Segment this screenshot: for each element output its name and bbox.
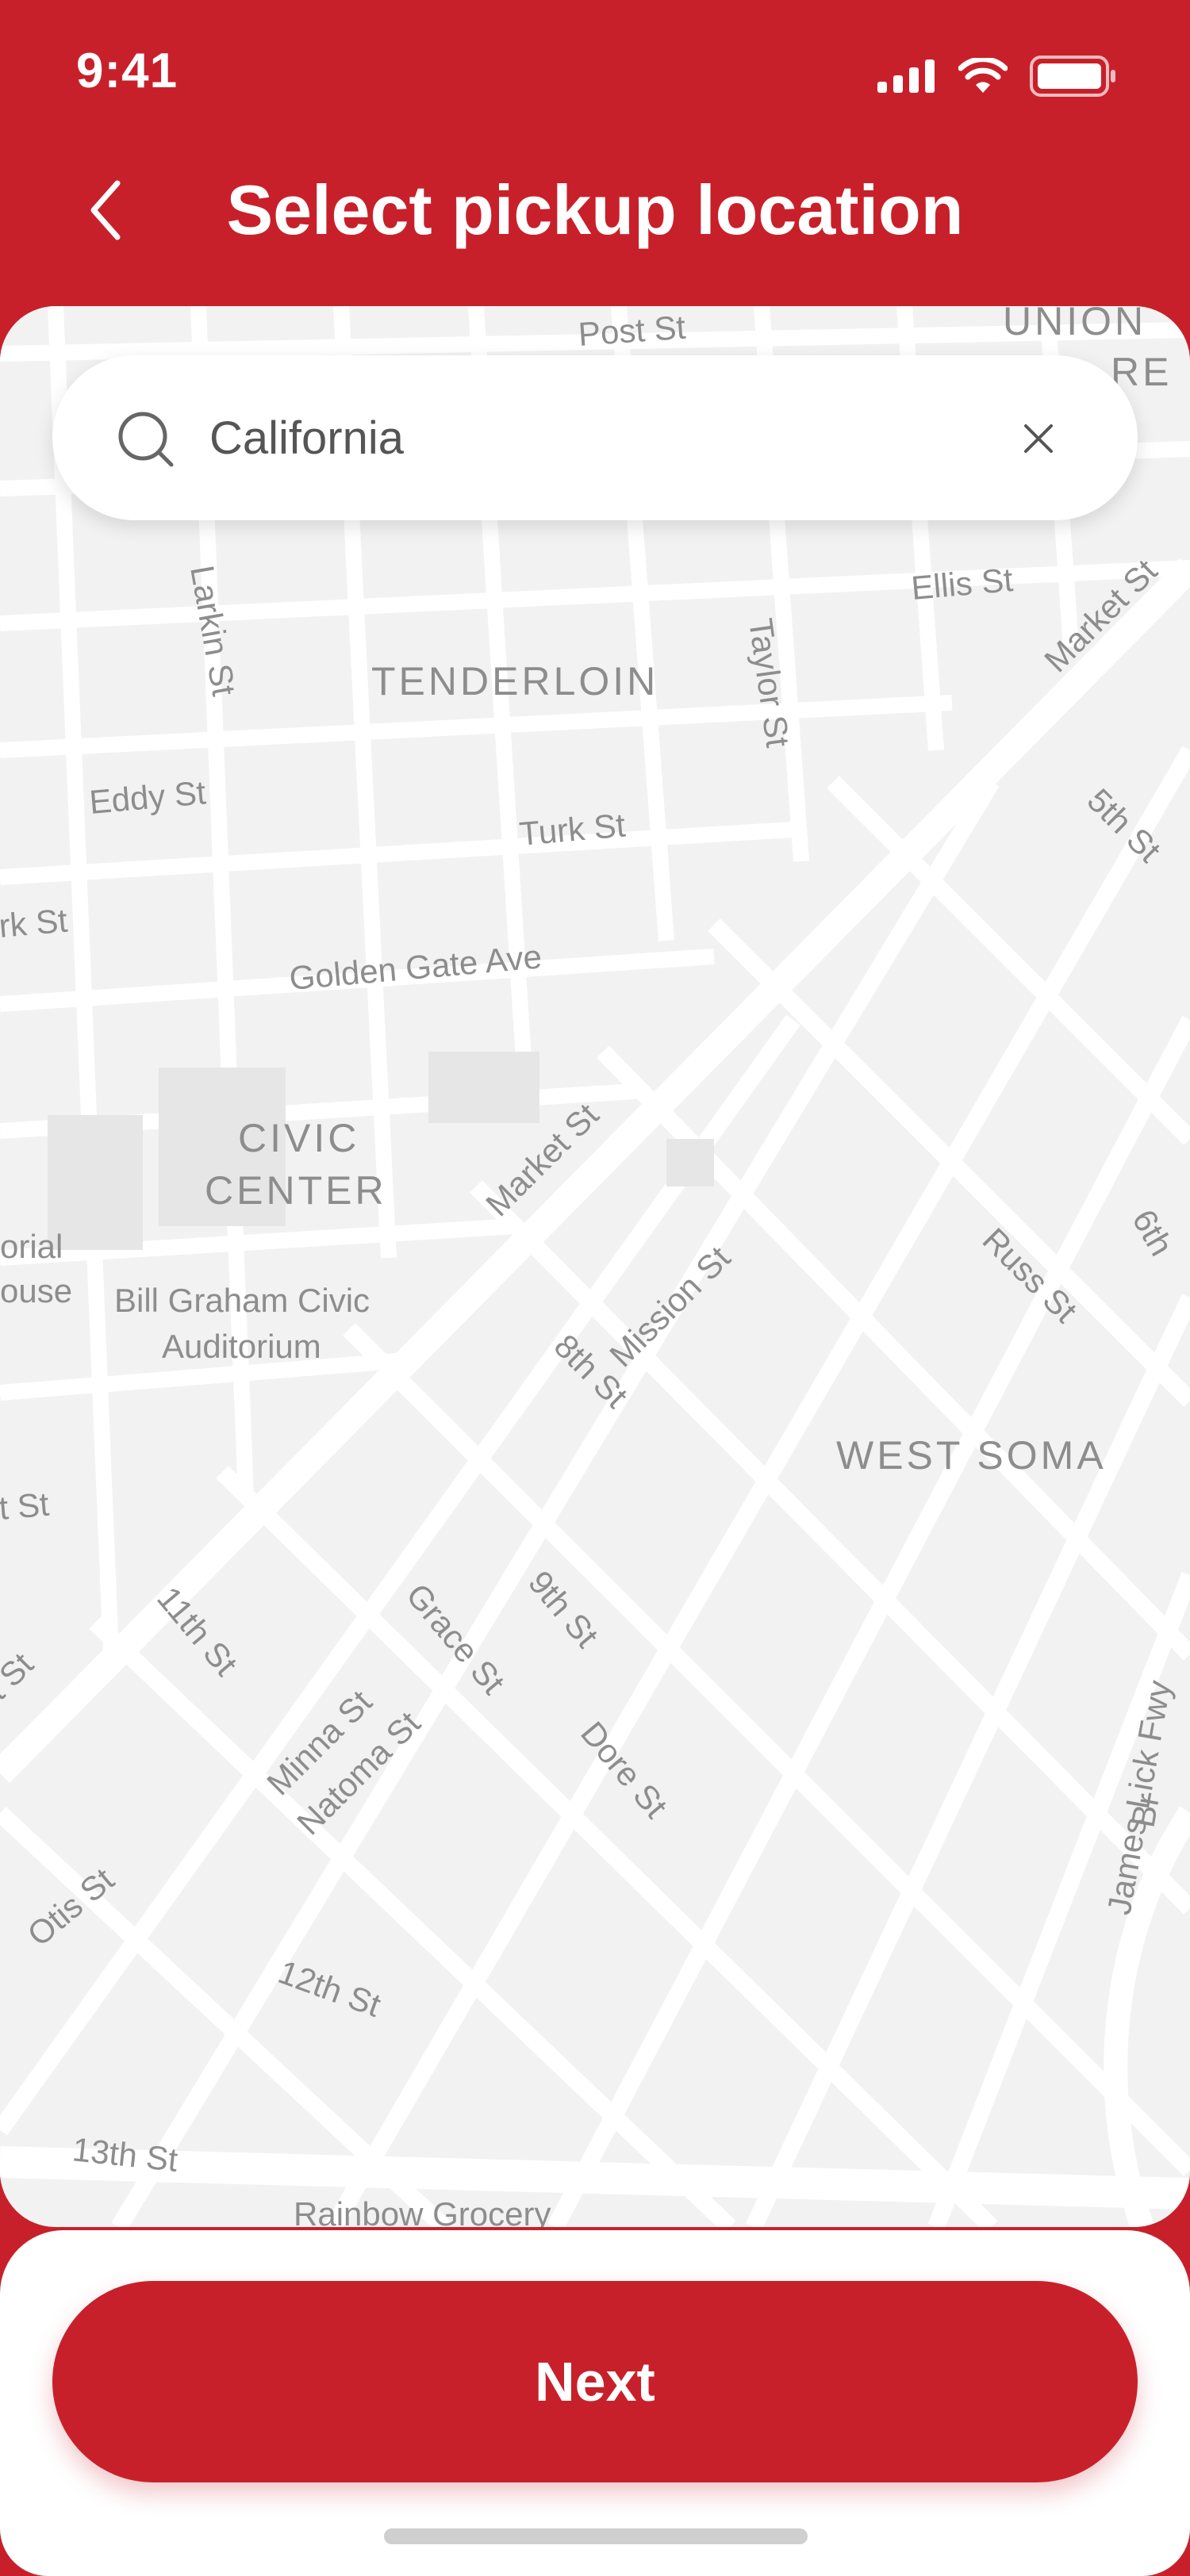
map-view[interactable]: TENDERLOIN CIVIC CENTER WEST SOMA UNION … — [0, 306, 1190, 2227]
search-input[interactable] — [208, 393, 1004, 482]
page-title: Select pickup location — [226, 171, 964, 249]
search-bar — [52, 355, 1138, 520]
map-street-label: ouse — [0, 1272, 72, 1309]
map-district-label: CIVIC — [238, 1116, 359, 1160]
map-street-label: Br — [1124, 1791, 1167, 1830]
page-header: Select pickup location — [0, 151, 1190, 301]
wifi-icon — [958, 58, 1008, 93]
map-street-label: Bill Graham Civic — [114, 1282, 370, 1319]
map-district-label: CENTER — [205, 1168, 387, 1213]
map-street-label: Post St — [577, 309, 687, 353]
map-street-label: Auditorium — [162, 1328, 321, 1365]
home-indicator — [384, 2528, 808, 2544]
map-canvas: TENDERLOIN CIVIC CENTER WEST SOMA UNION … — [0, 306, 1190, 2227]
map-street-label: orial — [0, 1228, 63, 1265]
close-icon — [1024, 424, 1053, 453]
status-bar: 9:41 — [0, 0, 1190, 151]
map-street-label: t St — [0, 1485, 51, 1527]
map-district-label: TENDERLOIN — [371, 659, 658, 703]
map-street-label: Rainbow Grocery — [294, 2195, 551, 2227]
map-district-label: WEST SOMA — [836, 1433, 1107, 1478]
status-icons — [877, 56, 1117, 97]
app-screen: 9:41 Select pickup location TENDERLOIN C… — [0, 0, 1190, 2576]
status-time: 9:41 — [76, 44, 178, 98]
map-district-label: UNION — [1003, 306, 1146, 343]
signal-icon — [877, 59, 935, 93]
next-button[interactable]: Next — [52, 2281, 1138, 2482]
search-icon — [118, 412, 174, 467]
map-street-label: rk St — [0, 902, 69, 945]
clear-search-button[interactable] — [1011, 411, 1066, 466]
battery-icon — [1030, 56, 1115, 97]
